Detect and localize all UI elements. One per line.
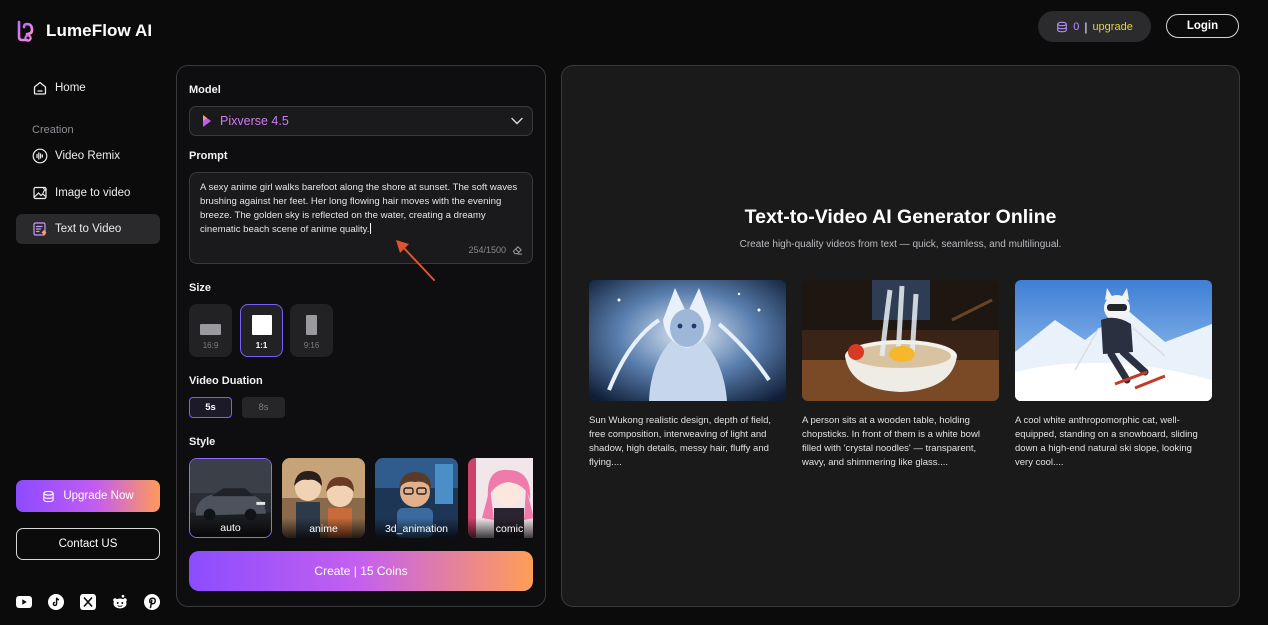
sidebar-item-home[interactable]: Home	[16, 73, 160, 103]
waveform-icon	[31, 148, 48, 165]
char-count: 254/1500	[468, 245, 506, 255]
size-option-1-1[interactable]: 1:1	[240, 304, 283, 357]
portrait-ratio-icon	[306, 315, 317, 335]
brand-name: LumeFlow AI	[46, 21, 153, 40]
style-option-anime[interactable]: anime	[282, 458, 365, 538]
generation-form-panel: Model Pixverse 4.5 Prompt A sexy anime g…	[176, 65, 546, 607]
style-option-3d-animation[interactable]: 3d_animation	[375, 458, 458, 538]
eraser-icon[interactable]	[512, 244, 523, 255]
prompt-textarea[interactable]: A sexy anime girl walks barefoot along t…	[189, 172, 533, 264]
login-button[interactable]: Login	[1166, 14, 1239, 38]
home-icon	[31, 80, 48, 97]
upgrade-link[interactable]: upgrade	[1092, 21, 1132, 33]
coins-icon	[43, 490, 55, 502]
prompt-label: Prompt	[189, 150, 228, 162]
logo-icon	[17, 20, 34, 42]
video-duration-label: Video Duation	[189, 375, 263, 387]
hero-panel: Text-to-Video AI Generator Online Create…	[561, 65, 1240, 607]
style-options: auto anime 3d_animation comic	[189, 458, 533, 538]
square-ratio-icon	[251, 315, 272, 335]
sidebar-item-label: Video Remix	[55, 150, 120, 162]
youtube-icon[interactable]	[16, 594, 32, 610]
upgrade-now-button[interactable]: Upgrade Now	[16, 480, 160, 512]
upgrade-now-label: Upgrade Now	[63, 490, 134, 502]
coin-separator: |	[1084, 19, 1088, 34]
tiktok-icon[interactable]	[48, 594, 64, 610]
style-option-label: 3d_animation	[375, 518, 458, 538]
coin-balance-pill: 0 | upgrade	[1038, 11, 1151, 42]
prompt-text: A sexy anime girl walks barefoot along t…	[200, 181, 522, 237]
chevron-down-icon	[511, 117, 523, 125]
section-label-creation: Creation	[32, 124, 74, 136]
size-option-9-16[interactable]: 9:16	[290, 304, 333, 357]
style-option-label: auto	[190, 517, 271, 537]
style-option-auto[interactable]: auto	[189, 458, 272, 538]
size-option-label: 1:1	[255, 341, 268, 350]
example-caption: Sun Wukong realistic design, depth of fi…	[589, 415, 772, 468]
example-card[interactable]: A person sits at a wooden table, holding…	[802, 280, 999, 470]
sidebar-item-label: Image to video	[55, 187, 131, 199]
hero-subtitle: Create high-quality videos from text — q…	[739, 239, 1062, 250]
hero-title: Text-to-Video AI Generator Online	[744, 206, 1057, 228]
sidebar-item-image-to-video[interactable]: Image to video	[16, 178, 160, 208]
style-option-label: comic	[468, 518, 533, 538]
brand-logo[interactable]: LumeFlow AI	[16, 20, 152, 42]
x-icon[interactable]	[80, 594, 96, 610]
size-label: Size	[189, 282, 212, 294]
size-option-label: 9:16	[303, 341, 320, 350]
landscape-ratio-icon	[200, 324, 221, 335]
sidebar-item-label: Text to Video	[55, 223, 122, 235]
model-value: Pixverse 4.5	[220, 114, 289, 128]
reddit-icon[interactable]	[112, 594, 128, 610]
create-button[interactable]: Create | 15 Coins	[189, 551, 533, 591]
size-option-label: 16:9	[202, 341, 219, 350]
duration-option-8s[interactable]: 8s	[242, 397, 285, 418]
text-document-icon	[31, 221, 48, 238]
example-card[interactable]: Sun Wukong realistic design, depth of fi…	[589, 280, 786, 470]
example-card[interactable]: A cool white anthropomorphic cat, well-e…	[1015, 280, 1212, 470]
size-option-16-9[interactable]: 16:9	[189, 304, 232, 357]
app-root: LumeFlow AI Home Creation Video Remix Im…	[0, 0, 1268, 625]
duration-option-5s[interactable]: 5s	[189, 397, 232, 418]
style-option-comic[interactable]: comic	[468, 458, 533, 538]
model-select[interactable]: Pixverse 4.5	[189, 106, 533, 136]
sidebar-item-text-to-video[interactable]: Text to Video	[16, 214, 160, 244]
image-icon	[31, 185, 48, 202]
style-label: Style	[189, 436, 216, 448]
social-links	[16, 594, 160, 610]
model-label: Model	[189, 84, 221, 96]
coin-count: 0	[1073, 20, 1080, 33]
example-caption: A person sits at a wooden table, holding…	[802, 415, 980, 468]
example-image-crystal-noodles	[802, 280, 999, 401]
sidebar-item-label: Home	[55, 82, 86, 94]
example-image-sun-wukong	[589, 280, 786, 401]
example-caption: A cool white anthropomorphic cat, well-e…	[1015, 415, 1198, 468]
sidebar-item-video-remix[interactable]: Video Remix	[16, 141, 160, 171]
pixverse-logo-icon	[203, 115, 211, 127]
coins-icon	[1057, 21, 1068, 32]
pinterest-icon[interactable]	[144, 594, 160, 610]
style-option-label: anime	[282, 518, 365, 538]
contact-us-button[interactable]: Contact US	[16, 528, 160, 560]
example-image-ski-cat	[1015, 280, 1212, 401]
